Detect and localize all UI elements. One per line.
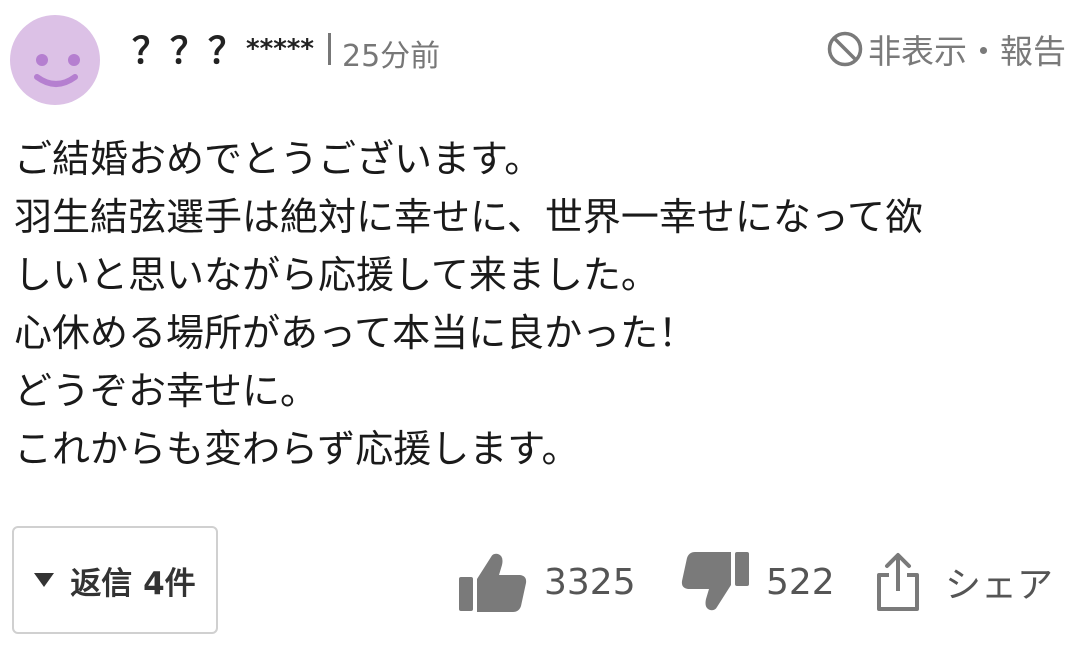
hide-report-label: 非表示・報告 bbox=[868, 32, 1066, 71]
comment-timestamp: 25分前 bbox=[342, 39, 441, 74]
comment-line: 羽生結弦選手は絶対に幸せに、世界一幸せになって欲 bbox=[14, 195, 923, 239]
smiley-avatar-icon bbox=[34, 54, 80, 87]
comment-card: ？？？***** 25分前 非表示・報告 ご結婚おめでとうございます。 羽生結弦… bbox=[0, 0, 1080, 651]
user-masked-suffix: ***** bbox=[246, 34, 314, 64]
reply-toggle-button[interactable]: 返信 4件 bbox=[12, 526, 218, 634]
dislike-button[interactable]: 522 bbox=[680, 546, 835, 618]
thumbs-up-icon bbox=[458, 551, 528, 613]
share-button[interactable]: シェア bbox=[873, 546, 1053, 618]
comment-line: ご結婚おめでとうございます。 bbox=[14, 137, 543, 181]
like-button[interactable]: 3325 bbox=[458, 546, 636, 618]
user-name[interactable]: ？？？***** bbox=[132, 22, 314, 74]
user-name-text: ？？？ bbox=[132, 31, 247, 72]
user-avatar[interactable] bbox=[10, 15, 100, 105]
comment-line: 心休める場所があって本当に良かった！ bbox=[14, 311, 697, 355]
like-count: 3325 bbox=[544, 561, 636, 603]
comment-body: ご結婚おめでとうございます。 羽生結弦選手は絶対に幸せに、世界一幸せになって欲 … bbox=[14, 130, 1064, 478]
comment-line: どうぞお幸せに。 bbox=[14, 369, 319, 413]
header-divider bbox=[328, 33, 331, 65]
comment-line: これからも変わらず応援します。 bbox=[14, 427, 580, 471]
ban-icon bbox=[826, 30, 864, 68]
comment-line: しいと思いながら応援して来ました。 bbox=[14, 253, 659, 297]
reply-button-label: 返信 4件 bbox=[70, 565, 196, 602]
triangle-down-icon bbox=[34, 573, 55, 587]
share-icon bbox=[873, 551, 923, 613]
dislike-count: 522 bbox=[766, 561, 835, 603]
share-label: シェア bbox=[945, 565, 1054, 606]
thumbs-down-icon bbox=[680, 551, 750, 613]
hide-report-button[interactable]: 非表示・報告 bbox=[826, 25, 1066, 73]
